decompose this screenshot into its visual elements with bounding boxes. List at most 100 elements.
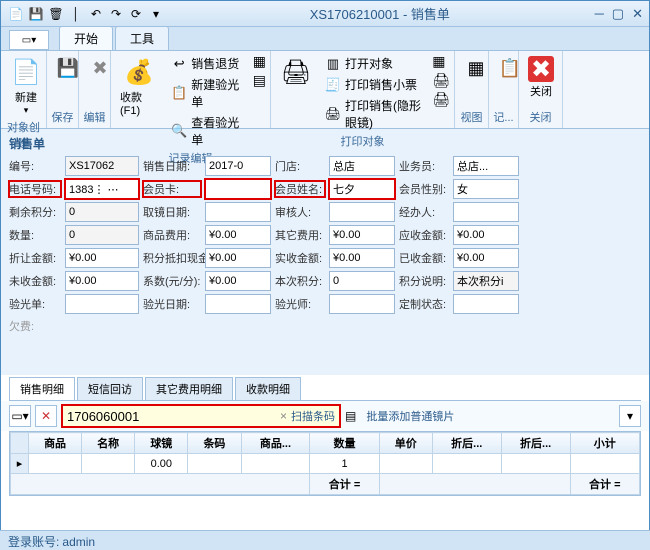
mname-label: 会员姓名: bbox=[275, 181, 325, 197]
maximize-button[interactable]: ▢ bbox=[612, 6, 624, 22]
small-print-icon-1[interactable]: ▦ bbox=[432, 53, 450, 70]
optom-label: 验光师: bbox=[275, 296, 325, 312]
print-receipt-button[interactable]: 🧾打印销售小票 bbox=[320, 74, 427, 95]
print-button[interactable]: 🖨 bbox=[275, 53, 317, 91]
col-disc1[interactable]: 折后... bbox=[432, 433, 501, 454]
goodsfee-label: 商品费用: bbox=[143, 227, 201, 243]
received-field[interactable] bbox=[453, 248, 519, 268]
dtab-payment[interactable]: 收款明细 bbox=[235, 377, 301, 400]
actual-field[interactable] bbox=[329, 248, 395, 268]
add-row-button[interactable]: ▭▾ bbox=[9, 405, 31, 427]
close-icon: ✖ bbox=[528, 56, 554, 82]
remove-row-button[interactable]: ✕ bbox=[35, 405, 57, 427]
login-user: admin bbox=[62, 535, 95, 549]
table-row[interactable]: ▸ 0.00 1 bbox=[11, 454, 640, 474]
auditor-label: 审核人: bbox=[275, 204, 325, 220]
sum-label: 合计 = bbox=[310, 474, 379, 495]
col-barcode[interactable]: 条码 bbox=[188, 433, 241, 454]
sales-return-button[interactable]: ↩销售退货 bbox=[166, 53, 248, 74]
col-product[interactable]: 商品 bbox=[29, 433, 82, 454]
goodsfee-field[interactable] bbox=[205, 225, 271, 245]
more-button[interactable]: ▾ bbox=[619, 405, 641, 427]
view-button[interactable]: ▦ bbox=[459, 53, 493, 83]
card-field[interactable] bbox=[205, 179, 271, 199]
optom-field[interactable] bbox=[329, 294, 395, 314]
discount-label: 折让金额: bbox=[9, 250, 61, 266]
qat-refresh-icon[interactable]: ⟳ bbox=[127, 5, 145, 23]
sex-field[interactable] bbox=[453, 179, 519, 199]
factor-field[interactable] bbox=[205, 271, 271, 291]
col-name[interactable]: 名称 bbox=[82, 433, 135, 454]
pickup-field[interactable] bbox=[205, 202, 271, 222]
col-qty[interactable]: 数量 bbox=[310, 433, 379, 454]
receivable-field[interactable] bbox=[453, 225, 519, 245]
qat-delete-icon[interactable]: 🗑 bbox=[47, 5, 65, 23]
phone-field[interactable] bbox=[65, 179, 139, 199]
clerk-field[interactable] bbox=[453, 156, 519, 176]
qat-redo-icon[interactable]: ↷ bbox=[107, 5, 125, 23]
print-sale-hidden-button[interactable]: 🖨打印销售(隐形眼镜) bbox=[320, 95, 427, 133]
col-price[interactable]: 单价 bbox=[379, 433, 432, 454]
close-button[interactable]: ✖关闭 bbox=[523, 53, 559, 102]
curpts-field[interactable] bbox=[329, 271, 395, 291]
col-subtotal[interactable]: 小计 bbox=[570, 433, 639, 454]
clear-scan-icon[interactable]: × bbox=[280, 409, 287, 423]
qat-dropdown-icon[interactable]: ▾ bbox=[147, 5, 165, 23]
delete-icon: ✖ bbox=[88, 56, 112, 80]
rx-field[interactable] bbox=[65, 294, 139, 314]
cell-qty[interactable]: 1 bbox=[310, 454, 379, 474]
row-header bbox=[11, 433, 29, 454]
close-window-button[interactable]: ✕ bbox=[632, 6, 643, 22]
store-field[interactable] bbox=[329, 156, 395, 176]
factor-label: 系数(元/分): bbox=[143, 273, 201, 289]
col-productx[interactable]: 商品... bbox=[241, 433, 310, 454]
mname-field[interactable] bbox=[329, 179, 395, 199]
agent-field[interactable] bbox=[453, 202, 519, 222]
qty-field[interactable] bbox=[65, 225, 139, 245]
new-button[interactable]: 📄新建▾ bbox=[5, 53, 47, 119]
new-rx-button[interactable]: 📋新建验光单 bbox=[166, 74, 248, 112]
tab-tools[interactable]: 工具 bbox=[115, 26, 169, 50]
barcode-scan-box[interactable]: × 扫描条码 bbox=[61, 404, 341, 428]
detail-grid[interactable]: 商品 名称 球镜 条码 商品... 数量 单价 折后... 折后... 小计 ▸… bbox=[9, 431, 641, 496]
no-field[interactable] bbox=[65, 156, 139, 176]
small-icon-1[interactable]: ▦ bbox=[253, 53, 266, 70]
phone-label: 电话号码: bbox=[9, 181, 61, 197]
barcode-input[interactable] bbox=[67, 409, 276, 424]
card-label: 会员卡: bbox=[143, 181, 201, 197]
custom-field[interactable] bbox=[453, 294, 519, 314]
view-rx-button[interactable]: 🔍查看验光单 bbox=[166, 112, 248, 150]
save-icon: 💾 bbox=[56, 56, 80, 80]
dtab-detail[interactable]: 销售明细 bbox=[9, 377, 75, 400]
col-sph[interactable]: 球镜 bbox=[135, 433, 188, 454]
unpaid-field[interactable] bbox=[65, 271, 139, 291]
ptsnote-field[interactable] bbox=[453, 271, 519, 291]
discount-field[interactable] bbox=[65, 248, 139, 268]
tab-start[interactable]: 开始 bbox=[59, 26, 113, 50]
date-field[interactable] bbox=[205, 156, 271, 176]
batch-add-lens[interactable]: 批量添加普通镜片 bbox=[366, 408, 454, 424]
cell-sph[interactable]: 0.00 bbox=[135, 454, 188, 474]
small-print-icon-2[interactable]: 🖨 bbox=[432, 72, 450, 89]
no-label: 编号: bbox=[9, 158, 61, 174]
printer-icon: 🖨 bbox=[280, 56, 312, 88]
received-label: 已收金额: bbox=[399, 250, 449, 266]
date-label: 销售日期: bbox=[143, 158, 201, 174]
rxdate-field[interactable] bbox=[205, 294, 271, 314]
col-disc2[interactable]: 折后... bbox=[501, 433, 570, 454]
pts-field[interactable] bbox=[65, 202, 139, 222]
collect-button[interactable]: 💰收款(F1) bbox=[115, 53, 163, 120]
otherfee-field[interactable] bbox=[329, 225, 395, 245]
dtab-otherfee[interactable]: 其它费用明细 bbox=[145, 377, 233, 400]
auditor-field[interactable] bbox=[329, 202, 395, 222]
dtab-sms[interactable]: 短信回访 bbox=[77, 377, 143, 400]
qat-new-icon[interactable]: 📄 bbox=[7, 5, 25, 23]
small-print-icon-3[interactable]: 🖨 bbox=[432, 91, 450, 108]
small-icon-2[interactable]: ▤ bbox=[253, 72, 266, 89]
qat-save-icon[interactable]: 💾 bbox=[27, 5, 45, 23]
qat-undo-icon[interactable]: ↶ bbox=[87, 5, 105, 23]
ptscash-field[interactable] bbox=[205, 248, 271, 268]
minimize-button[interactable]: ─ bbox=[595, 6, 604, 22]
ribbon-menu-dropdown[interactable]: ▭▾ bbox=[9, 30, 49, 50]
open-object-button[interactable]: ▥打开对象 bbox=[320, 53, 427, 74]
